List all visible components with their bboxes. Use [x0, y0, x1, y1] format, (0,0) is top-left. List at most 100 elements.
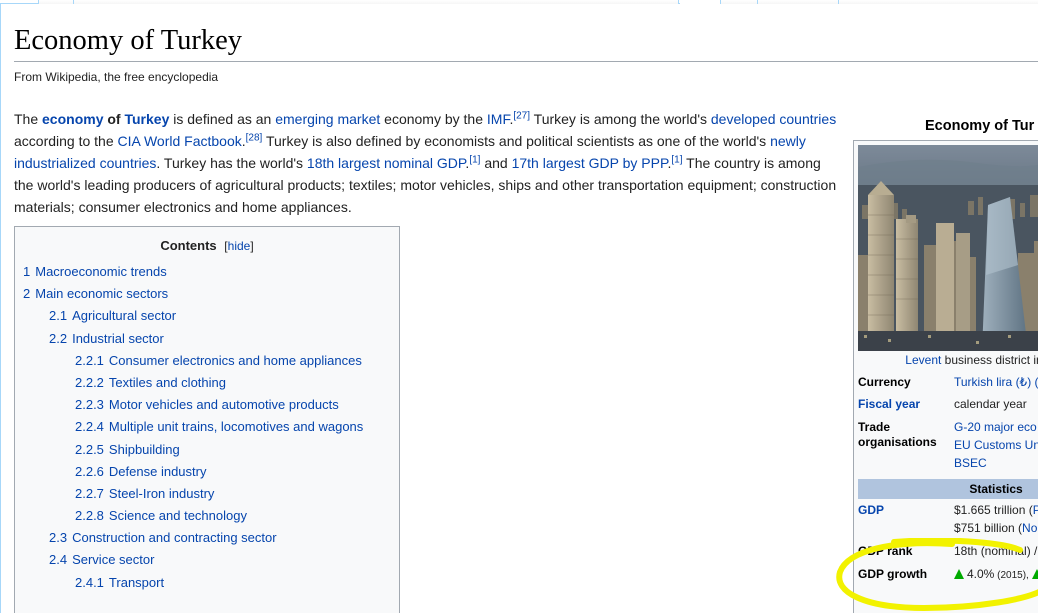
- ref-1a[interactable]: [1]: [469, 154, 480, 165]
- toc-link[interactable]: Service sector: [72, 552, 154, 567]
- lead-text: Turkey is among the world's: [530, 111, 711, 127]
- gdp-growth-number: 4.0%: [967, 567, 995, 581]
- page-title: Economy of Turkey: [14, 22, 1038, 63]
- lead-text: Turkey is also defined by economists and…: [262, 133, 771, 149]
- image-caption-text: business district in: [941, 353, 1038, 367]
- content-area: Economy of Turkey From Wikipedia, the fr…: [0, 4, 1038, 613]
- toc-toggle: [hide]: [224, 239, 253, 253]
- toc-item[interactable]: 2.2.4 Multiple unit trains, locomotives a…: [15, 416, 399, 438]
- toc-item[interactable]: 2.4.1 Transport: [15, 572, 399, 594]
- gdp-growth-label: GDP growth: [858, 567, 928, 581]
- toc-number: 2.2.6: [75, 463, 104, 479]
- toc-title: Contents: [160, 238, 217, 253]
- fiscal-year-label[interactable]: Fiscal year: [858, 397, 920, 411]
- toc-link[interactable]: Industrial sector: [72, 331, 164, 346]
- lead-text: economy by the: [380, 111, 487, 127]
- gdp-growth-year: (2015),: [994, 570, 1032, 581]
- toc-item[interactable]: 2.2.7 Steel-Iron industry: [15, 483, 399, 505]
- lead-text: of: [103, 111, 125, 127]
- gdp-ppp-link[interactable]: P: [1033, 503, 1038, 517]
- toc-toggle-bracket: ]: [250, 239, 254, 253]
- toc-number: 2.2.4: [75, 419, 104, 435]
- ref-27[interactable]: [27]: [513, 110, 530, 121]
- increase-arrow-icon: [954, 569, 964, 579]
- link-levent[interactable]: Levent: [905, 353, 941, 367]
- toc-number: 2.2.3: [75, 397, 104, 413]
- tagline: From Wikipedia, the free encyclopedia: [14, 70, 219, 84]
- toc-item[interactable]: 2.3 Construction and contracting sector: [15, 527, 399, 549]
- gdp-rank-value: 18th (nominal) /: [954, 544, 1038, 558]
- toc-link[interactable]: Macroeconomic trends: [35, 264, 167, 279]
- link-gdp-ppp[interactable]: 17th largest GDP by PPP: [512, 155, 668, 171]
- table-of-contents: Contents [hide] 1 Macroeconomic trends 2M…: [14, 226, 400, 613]
- toc-link[interactable]: Agricultural sector: [72, 308, 176, 323]
- trade-value-g20[interactable]: G-20 major eco: [954, 420, 1037, 434]
- toc-link[interactable]: Defense industry: [109, 464, 207, 479]
- toc-number: 2.2.2: [75, 374, 104, 390]
- trade-label-line2: organisations: [858, 435, 937, 449]
- toc-link[interactable]: Science and technology: [109, 508, 247, 523]
- toc-item[interactable]: 2.2.3 Motor vehicles and automotive produ…: [15, 394, 399, 416]
- toc-number: 2.2.8: [75, 508, 104, 524]
- link-cia-world-factbook[interactable]: CIA World Factbook: [118, 133, 242, 149]
- toc-link[interactable]: Construction and contracting sector: [72, 530, 277, 545]
- ref-1b[interactable]: [1]: [671, 154, 682, 165]
- link-turkey[interactable]: Turkey: [124, 111, 169, 127]
- trade-label-line1: Trade: [858, 420, 891, 434]
- statistics-header: Statistics: [858, 479, 1038, 499]
- toc-number: 2.4: [49, 552, 68, 568]
- toc-number: 2.1: [49, 308, 68, 324]
- toc-link[interactable]: Motor vehicles and automotive products: [109, 397, 339, 412]
- skyline-illustration: [858, 145, 1038, 351]
- toc-item[interactable]: 2.2 Industrial sector: [15, 328, 399, 350]
- lead-text: is defined as an: [169, 111, 276, 127]
- link-developed-countries[interactable]: developed countries: [711, 111, 836, 127]
- toc-link[interactable]: Textiles and clothing: [109, 375, 226, 390]
- gdp-label[interactable]: GDP: [858, 503, 884, 517]
- link-imf[interactable]: IMF: [487, 111, 510, 127]
- gdp-value-ppp-text: $1.665 trillion (: [954, 503, 1033, 517]
- toc-item[interactable]: 2.2.2 Textiles and clothing: [15, 372, 399, 394]
- gdp-growth-value: 4.0% (2015),: [954, 567, 1038, 581]
- toc-number: 2.2: [49, 330, 68, 346]
- toc-item[interactable]: 2.2.1 Consumer electronics and home appli…: [15, 350, 399, 372]
- toc-item[interactable]: 2 Main economic sectors: [15, 283, 399, 305]
- gdp-value-nominal: $751 billion (No: [954, 521, 1037, 535]
- toc-link[interactable]: Steel-Iron industry: [109, 486, 215, 501]
- lead-text: according to the: [14, 133, 118, 149]
- toc-item[interactable]: 2.1 Agricultural sector: [15, 305, 399, 327]
- toc-link[interactable]: Multiple unit trains, locomotives and wa…: [109, 419, 363, 434]
- toc-link[interactable]: Consumer electronics and home appliances: [109, 353, 362, 368]
- gdp-nominal-link[interactable]: No: [1022, 521, 1037, 535]
- link-emerging-market[interactable]: emerging market: [275, 111, 380, 127]
- toc-number: 2.2.1: [75, 352, 104, 368]
- toc-number: 2.4.1: [75, 574, 104, 590]
- link-nominal-gdp[interactable]: 18th largest nominal GDP: [307, 155, 466, 171]
- toc-number: 2.2.7: [75, 485, 104, 501]
- increase-arrow-icon: [1031, 569, 1038, 579]
- lead-text: . Turkey has the world's: [156, 155, 307, 171]
- toc-number: 2: [23, 286, 31, 302]
- toc-link[interactable]: Shipbuilding: [109, 442, 180, 457]
- toc-number: 2.2.5: [75, 441, 104, 457]
- toc-number: 2.3: [49, 530, 68, 546]
- lead-paragraph: The economy of Turkey is defined as an e…: [14, 108, 844, 218]
- lead-text: and: [480, 155, 512, 171]
- toc-item[interactable]: 2.2.6 Defense industry: [15, 461, 399, 483]
- ref-28[interactable]: [28]: [246, 132, 263, 143]
- toc-item[interactable]: 2.2.8 Science and technology: [15, 505, 399, 527]
- toc-item[interactable]: 2.4 Service sector: [15, 549, 399, 571]
- toc-item[interactable]: 2.2.5 Shipbuilding: [15, 439, 399, 461]
- toc-hide-link[interactable]: hide: [228, 239, 251, 253]
- toc-link[interactable]: Transport: [109, 575, 164, 590]
- toc-number: 1: [23, 264, 31, 279]
- toc-item[interactable]: 1 Macroeconomic trends: [15, 261, 399, 283]
- trade-value-eu-customs[interactable]: EU Customs Un: [954, 438, 1038, 452]
- infobox-caption: Economy of Tur: [925, 118, 1035, 134]
- gdp-value-nominal-text: $751 billion (: [954, 521, 1023, 535]
- currency-value[interactable]: Turkish lira (₺) (: [954, 375, 1038, 389]
- toc-link[interactable]: Main economic sectors: [35, 286, 168, 301]
- trade-value-bsec[interactable]: BSEC: [954, 456, 987, 470]
- levent-skyline-photo[interactable]: [858, 145, 1038, 351]
- link-economy[interactable]: economy: [42, 111, 103, 127]
